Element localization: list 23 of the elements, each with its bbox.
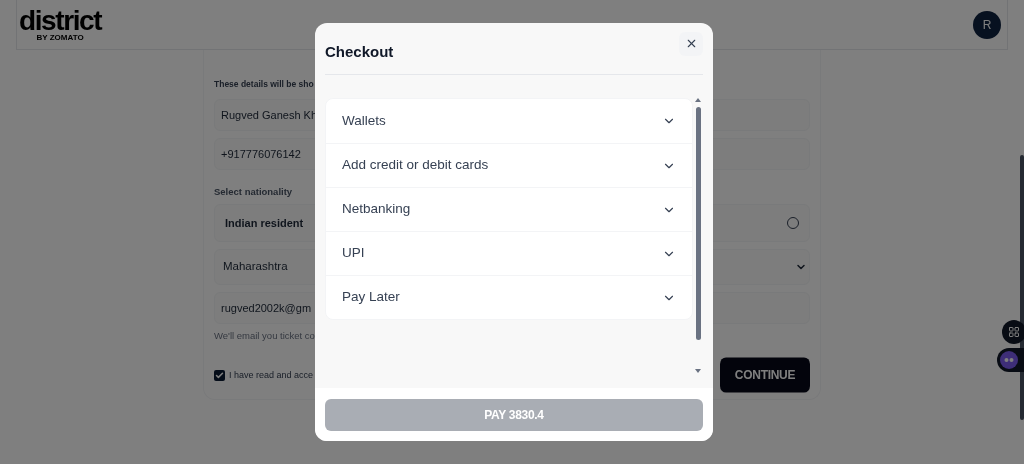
continue-button[interactable]: CONTINUE [720, 357, 810, 393]
scroll-down-icon[interactable] [695, 369, 701, 373]
avatar[interactable]: R [973, 10, 1001, 39]
terms-text: I have read and acce [229, 368, 314, 382]
logo-tagline: BY ZOMATO [36, 33, 84, 42]
field-label: Select nationality [214, 184, 294, 199]
grid-icon [1008, 326, 1020, 338]
payment-option[interactable]: UPI [326, 231, 692, 275]
dialog-title: Checkout [325, 42, 394, 63]
terms-checkbox[interactable] [214, 369, 225, 381]
scrollbar[interactable] [695, 107, 701, 340]
payment-option[interactable]: Netbanking [326, 187, 692, 231]
note-text: These details will be sho [214, 78, 315, 91]
assistant-button[interactable] [997, 348, 1024, 372]
bot-icon [1000, 351, 1018, 369]
logo[interactable]: district [19, 7, 102, 34]
payment-option[interactable]: Wallets [326, 99, 692, 143]
scroll-up-icon[interactable] [695, 98, 701, 102]
close-button[interactable] [679, 31, 703, 56]
apps-button[interactable] [1002, 320, 1024, 344]
payment-option[interactable]: Pay Later [326, 275, 692, 319]
hint-text: We'll email you ticket co [214, 329, 316, 343]
payment-option[interactable]: Add credit or debit cards [326, 143, 692, 187]
